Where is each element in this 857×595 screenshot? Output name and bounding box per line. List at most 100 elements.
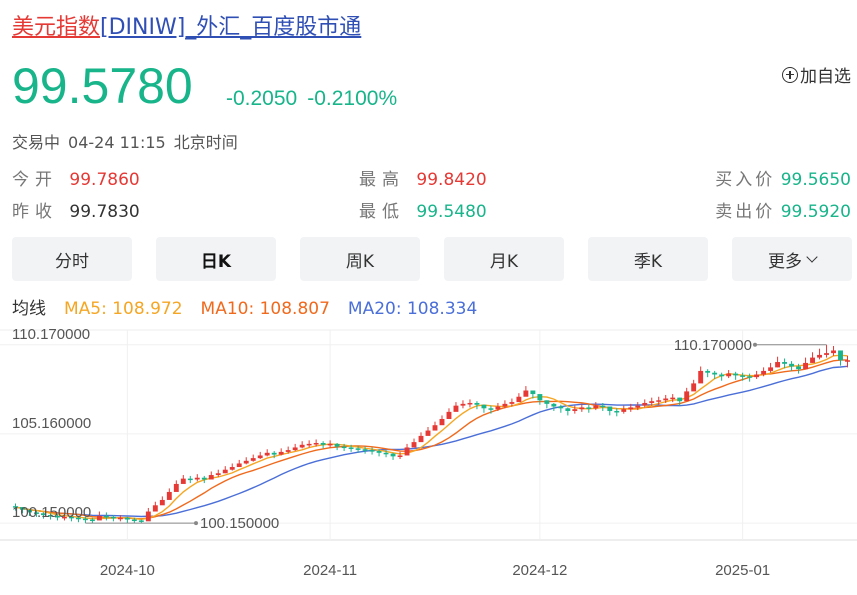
quote-open-label: 今开 [12,170,58,190]
candle-body [348,447,354,449]
candle-body [838,350,843,361]
min-leader-dot [194,521,198,526]
candle-body [138,520,144,522]
candle-body [467,402,473,405]
candle-body [740,375,746,377]
quote-high-value: 99.8420 [416,170,487,190]
candle-body [817,354,822,358]
candle-body [201,477,207,480]
candle-body [404,447,410,456]
candle-body [341,446,347,449]
candle-body [439,418,445,426]
candle-body [96,515,102,521]
candle-body [425,430,431,436]
candle-body [117,517,123,520]
candle-body [460,403,466,406]
trade-datetime: 04-24 11:15 [68,133,166,152]
candle-body [257,455,263,459]
quote-prev-value: 99.7830 [69,202,140,222]
title-rest[interactable]: [DINIW]_外汇_百度股市通 [100,15,361,40]
candle-body [537,394,543,401]
tab-weekly-k[interactable]: 周K [300,237,420,281]
candle-body [334,443,340,447]
add-watchlist-label: 加自选 [800,67,851,87]
quote-prev-label: 昨收 [12,202,58,222]
candle-body [705,370,711,373]
quote-ask-label: 卖出价 [715,202,776,222]
tab-intraday[interactable]: 分时 [12,237,132,281]
quote-bid: 买入价 99.5650 [715,165,851,190]
ma-legend: 均线 MA5: 108.972 MA10: 108.807 MA20: 108.334 [12,294,495,319]
candle-body [124,517,130,520]
candle-body [313,443,319,445]
candle-body [607,406,613,411]
quote-ask: 卖出价 99.5920 [715,197,851,222]
candle-body [698,370,704,384]
candle-body [488,408,494,410]
tab-monthly-k[interactable]: 月K [444,237,564,281]
candle-body [516,396,522,403]
candle-body [677,397,683,402]
candle-body [355,448,361,450]
title-name[interactable]: 美元指数 [12,15,100,40]
quote-prev: 昨收 99.7830 [12,197,140,222]
candle-body [768,367,774,371]
tab-daily-k[interactable]: 日K [156,237,276,281]
candle-body [411,442,417,448]
ma5-line [15,354,848,521]
candle-body [789,363,795,367]
quote-low-label: 最低 [359,202,405,222]
candle-body [782,362,788,364]
ma20-line [15,365,848,518]
candle-body [208,475,214,480]
add-watchlist-button[interactable]: 加自选 [782,62,851,87]
candle-body [229,467,235,470]
candle-body [390,453,396,457]
candle-body [551,403,557,407]
ma10-legend: MA10: 108.807 [200,299,330,319]
quote-high: 最高 99.8420 [359,165,487,190]
candle-body [327,443,333,446]
candle-body [131,519,137,522]
candle-body [775,362,781,368]
quote-open-value: 99.7860 [69,170,140,190]
candle-body [110,516,116,519]
candle-body [642,402,648,406]
candle-body [285,450,291,452]
candle-body [656,400,662,402]
page-title[interactable]: 美元指数[DINIW]_外汇_百度股市通 [12,14,361,42]
candle-body [572,409,578,411]
candle-body [754,374,760,378]
candle-body [747,376,753,378]
ma20-legend: MA20: 108.334 [347,299,478,319]
candlestick-chart[interactable]: 110.170000 105.160000 100.150000 2024-10 202… [0,325,857,595]
quote-open: 今开 99.7860 [12,165,140,190]
tab-quarterly-k[interactable]: 季K [588,237,708,281]
candle-body [495,406,501,410]
ma-label: 均线 [12,299,46,319]
candle-body [264,452,270,456]
quote-low: 最低 99.5480 [359,197,487,222]
candle-body [663,398,669,401]
x-tick-label: 2024-10 [100,562,155,579]
candle-body [509,402,515,404]
min-annotation: 100.150000 [200,515,279,532]
candle-body [586,407,592,409]
candle-body [215,473,221,476]
candle-body [278,451,284,455]
candle-body [299,444,305,448]
candle-body [845,360,850,362]
candle-body [544,400,550,404]
max-annotation: 110.170000 [674,337,752,354]
candle-body [362,449,368,451]
quote-ask-value: 99.5920 [780,202,851,222]
y-tick-label: 100.150000 [12,504,91,521]
candle-body [628,407,634,410]
candle-body [432,425,438,431]
candle-body [376,451,382,453]
candle-body [481,404,487,409]
candle-body [530,390,536,395]
candle-body [243,460,249,464]
candle-body [292,447,298,451]
tab-more[interactable]: 更多 [732,237,852,281]
